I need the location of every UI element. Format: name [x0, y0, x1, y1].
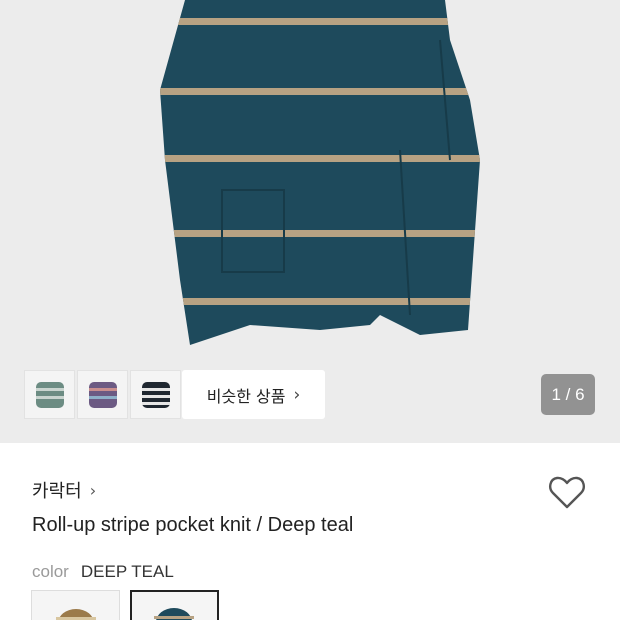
brand-link[interactable]: 카락터 › [32, 477, 96, 503]
brand-name: 카락터 [32, 481, 82, 502]
similar-thumbnails [24, 370, 181, 419]
similar-products-button[interactable]: 비슷한 상품 › [182, 370, 325, 419]
color-label: color [32, 562, 69, 581]
thumbnail-navy-stripe-knit[interactable] [130, 370, 181, 419]
image-page-counter: 1 / 6 [541, 374, 595, 415]
chevron-right-icon: › [89, 480, 97, 500]
product-photo-sweater [160, 0, 480, 345]
chevron-right-icon: › [293, 384, 301, 405]
heart-outline-icon[interactable] [548, 474, 586, 510]
color-info: color DEEP TEAL [32, 562, 174, 582]
color-swatches [31, 590, 219, 620]
similar-products-label: 비슷한 상품 [206, 386, 286, 406]
swatch-brown[interactable] [31, 590, 120, 620]
product-image-gallery[interactable]: 비슷한 상품 › 1 / 6 [0, 0, 620, 443]
swatch-deep-teal[interactable] [130, 590, 219, 620]
thumbnail-purple-knit[interactable] [77, 370, 128, 419]
thumbnail-green-knit[interactable] [24, 370, 75, 419]
product-title: Roll-up stripe pocket knit / Deep teal [32, 514, 354, 536]
color-value: DEEP TEAL [80, 562, 174, 581]
